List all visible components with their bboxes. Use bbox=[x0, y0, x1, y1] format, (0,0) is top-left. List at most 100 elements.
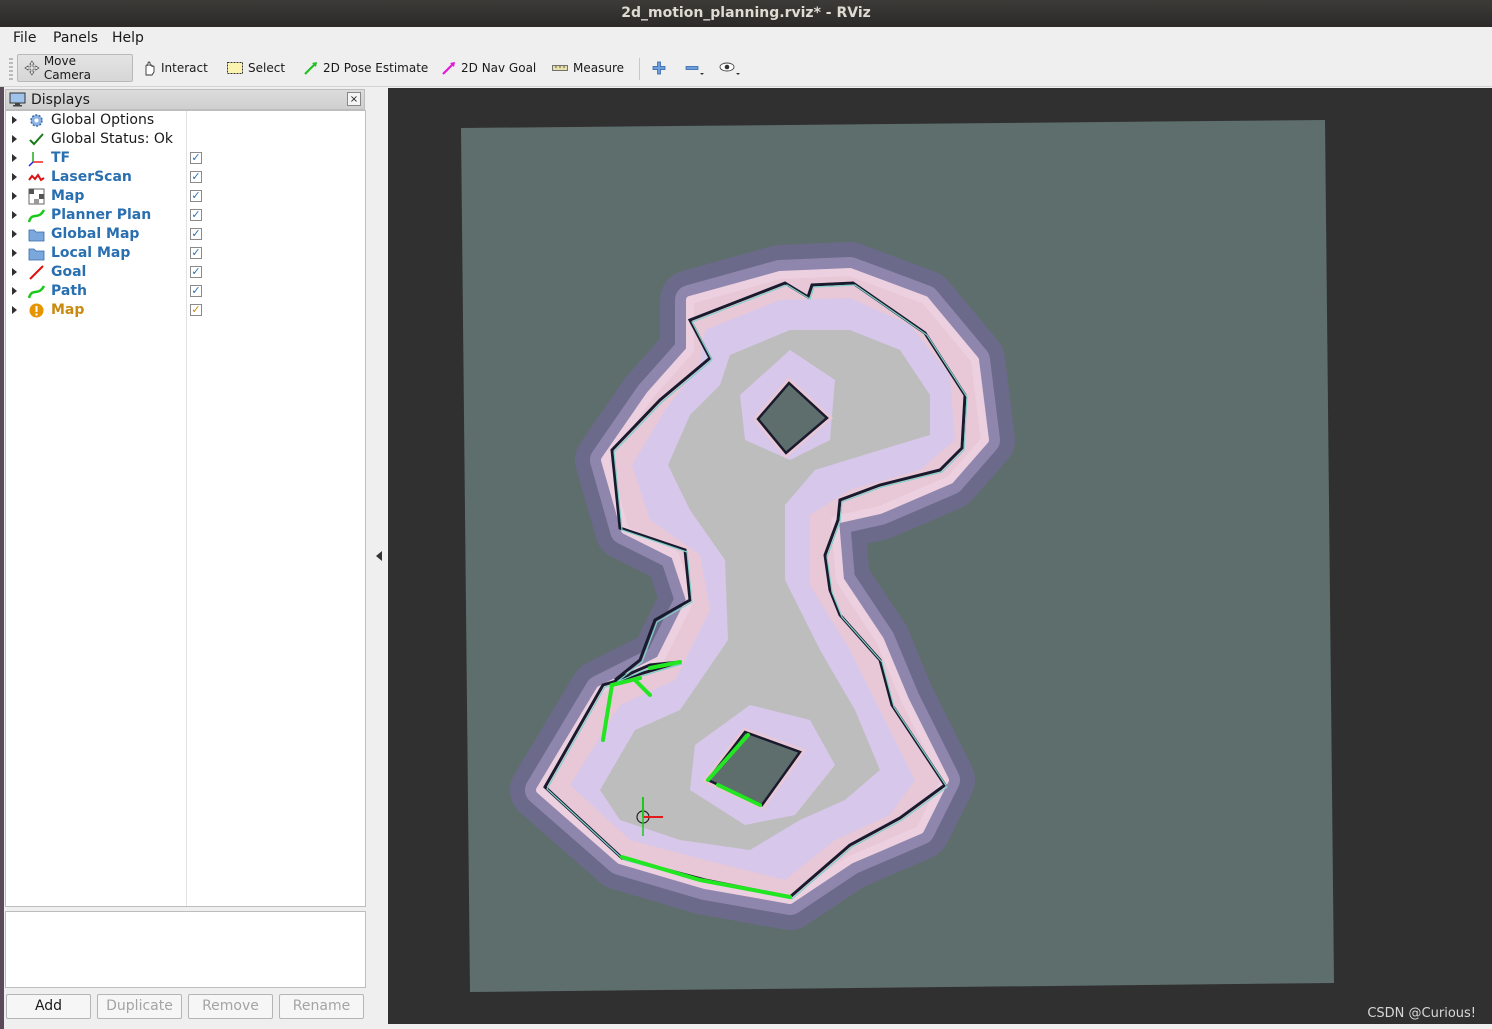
display-row-goal[interactable]: Goal ✓ bbox=[6, 263, 365, 282]
enable-checkbox[interactable]: ✓ bbox=[190, 285, 202, 297]
display-row-global-options[interactable]: Global Options bbox=[6, 111, 365, 130]
enable-checkbox[interactable]: ✓ bbox=[190, 304, 202, 316]
enable-checkbox[interactable]: ✓ bbox=[190, 266, 202, 278]
select-button[interactable]: Select bbox=[220, 54, 291, 82]
enable-checkbox[interactable]: ✓ bbox=[190, 247, 202, 259]
displays-panel-header: Displays × bbox=[5, 89, 365, 110]
toolbar-grip[interactable] bbox=[9, 58, 13, 80]
expand-arrow-icon[interactable] bbox=[12, 306, 17, 314]
display-row-laserscan[interactable]: LaserScan ✓ bbox=[6, 168, 365, 187]
move-camera-label: Move Camera bbox=[43, 54, 91, 82]
menu-panels[interactable]: Panels bbox=[53, 30, 98, 46]
nav-goal-button[interactable]: 2D Nav Goal bbox=[435, 54, 542, 82]
move-camera-icon bbox=[24, 60, 40, 76]
expand-arrow-icon[interactable] bbox=[12, 116, 17, 124]
display-label: Global Map bbox=[51, 226, 140, 242]
display-row-planner-plan[interactable]: Planner Plan ✓ bbox=[6, 206, 365, 225]
window-titlebar: 2d_motion_planning.rviz* - RViz bbox=[0, 0, 1492, 27]
check-icon bbox=[28, 131, 45, 148]
nav-goal-label: 2D Nav Goal bbox=[461, 61, 537, 75]
expand-arrow-icon[interactable] bbox=[12, 173, 17, 181]
menu-file[interactable]: File bbox=[13, 30, 36, 46]
toolbar: Move Camera Interact Select 2D Pose Esti… bbox=[0, 50, 1492, 87]
expand-arrow-icon[interactable] bbox=[12, 135, 17, 143]
tf-axes-icon bbox=[28, 150, 45, 167]
display-row-path[interactable]: Path ✓ bbox=[6, 282, 365, 301]
remove-tool-button[interactable] bbox=[678, 54, 716, 82]
menubar: File Panels Help bbox=[0, 27, 1492, 50]
interact-button[interactable]: Interact bbox=[135, 54, 214, 82]
select-label: Select bbox=[248, 61, 286, 75]
add-button[interactable]: Add bbox=[6, 994, 91, 1019]
menu-panels-label: Panels bbox=[53, 30, 99, 46]
display-row-local-map[interactable]: Local Map ✓ bbox=[6, 244, 365, 263]
menu-help[interactable]: Help bbox=[112, 30, 144, 46]
menu-help-label: Help bbox=[112, 30, 144, 46]
duplicate-button[interactable]: Duplicate bbox=[97, 994, 182, 1019]
enable-checkbox[interactable]: ✓ bbox=[190, 209, 202, 221]
expand-arrow-icon[interactable] bbox=[12, 268, 17, 276]
displays-panel-title: Displays bbox=[31, 92, 90, 108]
expand-arrow-icon[interactable] bbox=[12, 154, 17, 162]
path-icon bbox=[27, 207, 46, 224]
folder-icon bbox=[28, 245, 45, 262]
warning-icon bbox=[28, 302, 45, 319]
map-icon bbox=[28, 188, 45, 205]
display-row-map[interactable]: Map ✓ bbox=[6, 301, 365, 320]
window-title: 2d_motion_planning.rviz* - RViz bbox=[621, 5, 871, 21]
desktop-edge bbox=[0, 87, 4, 1029]
pose-estimate-button[interactable]: 2D Pose Estimate bbox=[297, 54, 434, 82]
pose-icon bbox=[28, 264, 45, 281]
rename-button[interactable]: Rename bbox=[279, 994, 364, 1019]
toolbar-separator bbox=[639, 58, 640, 80]
expand-arrow-icon[interactable] bbox=[12, 192, 17, 200]
add-tool-button[interactable] bbox=[645, 54, 677, 82]
menu-file-label: File bbox=[13, 30, 37, 46]
move-camera-button[interactable]: Move Camera bbox=[17, 54, 133, 82]
enable-checkbox[interactable]: ✓ bbox=[190, 190, 202, 202]
measure-label: Measure bbox=[573, 61, 624, 75]
path-icon bbox=[27, 283, 46, 300]
hand-icon bbox=[145, 61, 155, 76]
measure-button[interactable]: Measure bbox=[545, 54, 630, 82]
remove-button[interactable]: Remove bbox=[188, 994, 273, 1019]
display-row-tf[interactable]: TF ✓ bbox=[6, 149, 365, 168]
laserscan-icon bbox=[28, 169, 45, 186]
display-row-map[interactable]: Map ✓ bbox=[6, 187, 365, 206]
watermark: CSDN @Curious! bbox=[1367, 1006, 1476, 1021]
monitor-icon bbox=[9, 92, 26, 107]
display-row-global-status-ok[interactable]: Global Status: Ok bbox=[6, 130, 365, 149]
enable-checkbox[interactable]: ✓ bbox=[190, 171, 202, 183]
folder-icon bbox=[28, 226, 45, 243]
display-label: Planner Plan bbox=[51, 207, 152, 223]
display-label: Goal bbox=[51, 264, 87, 280]
display-label: Path bbox=[51, 283, 87, 299]
pose-estimate-icon bbox=[304, 62, 317, 75]
plus-icon bbox=[652, 61, 666, 75]
ruler-icon bbox=[552, 65, 568, 71]
display-label: Map bbox=[51, 302, 85, 318]
display-row-global-map[interactable]: Global Map ✓ bbox=[6, 225, 365, 244]
gear-icon bbox=[28, 112, 45, 129]
minus-icon bbox=[685, 66, 704, 75]
display-label: Global Status: Ok bbox=[51, 131, 174, 147]
display-description-box bbox=[5, 911, 366, 988]
collapse-left-icon[interactable] bbox=[376, 551, 382, 561]
display-label: Map bbox=[51, 188, 85, 204]
map-render bbox=[461, 120, 1334, 992]
nav-goal-icon bbox=[442, 62, 455, 75]
enable-checkbox[interactable]: ✓ bbox=[190, 152, 202, 164]
render-viewport[interactable] bbox=[388, 88, 1492, 1024]
expand-arrow-icon[interactable] bbox=[12, 287, 17, 295]
expand-arrow-icon[interactable] bbox=[12, 249, 17, 257]
display-label: LaserScan bbox=[51, 169, 132, 185]
interact-label: Interact bbox=[161, 61, 208, 75]
expand-arrow-icon[interactable] bbox=[12, 230, 17, 238]
expand-arrow-icon[interactable] bbox=[12, 211, 17, 219]
enable-checkbox[interactable]: ✓ bbox=[190, 228, 202, 240]
pose-estimate-label: 2D Pose Estimate bbox=[323, 61, 429, 75]
close-panel-button[interactable]: × bbox=[347, 92, 361, 106]
panel-splitter[interactable] bbox=[5, 906, 366, 910]
eye-icon bbox=[719, 62, 740, 75]
panels-visibility-button[interactable] bbox=[712, 54, 752, 82]
